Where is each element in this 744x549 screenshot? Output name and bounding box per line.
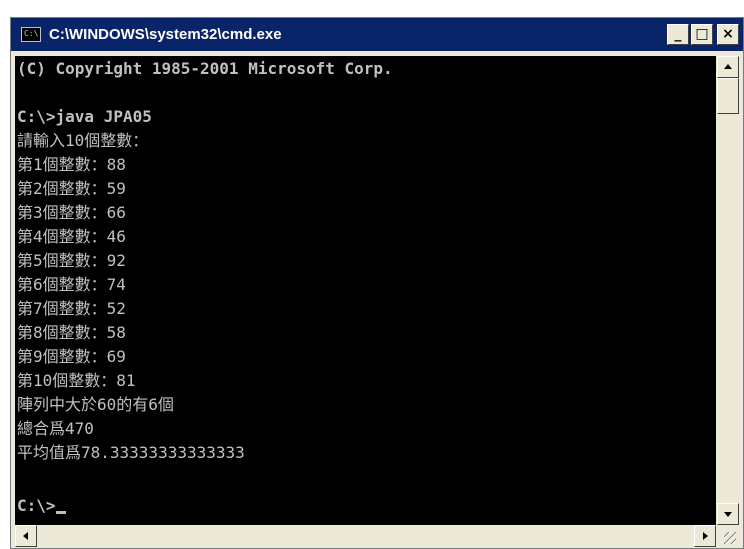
cmd-icon[interactable]: C:\ [21, 27, 41, 42]
console-line: 第1個整數：88 [17, 155, 126, 174]
console-line: 第5個整數：92 [17, 251, 126, 270]
console-line: 請輸入10個整數： [17, 131, 149, 150]
vertical-scroll-thumb[interactable] [717, 78, 739, 114]
scroll-right-icon [703, 532, 708, 540]
window-title: C:\WINDOWS\system32\cmd.exe [49, 26, 282, 43]
prompt-text: C:\> [17, 496, 56, 515]
scroll-up-icon [724, 64, 732, 69]
horizontal-scrollbar[interactable] [15, 525, 716, 547]
console-line: 第3個整數：66 [17, 203, 126, 222]
title-bar[interactable]: C:\ C:\WINDOWS\system32\cmd.exe _ □ × [11, 18, 743, 51]
close-icon: × [722, 26, 734, 42]
scroll-down-icon [724, 512, 732, 517]
console-line: 第6個整數：74 [17, 275, 126, 294]
text-cursor [55, 511, 66, 514]
console-line: 第8個整數：58 [17, 323, 126, 342]
console-line: 總合爲470 [17, 419, 94, 438]
scroll-down-button[interactable] [717, 503, 739, 525]
maximize-icon: □ [695, 26, 709, 42]
console-output[interactable]: (C) Copyright 1985-2001 Microsoft Corp. … [15, 56, 716, 525]
console-line: 第2個整數：59 [17, 179, 126, 198]
scroll-up-button[interactable] [717, 56, 739, 78]
minimize-icon: _ [674, 26, 682, 42]
console-line: C:\>java JPA05 [17, 107, 152, 126]
console-line: 第9個整數：69 [17, 347, 126, 366]
console-line: 平均值爲78.33333333333333 [17, 443, 245, 462]
maximize-button[interactable]: □ [691, 24, 713, 45]
cmd-window: C:\ C:\WINDOWS\system32\cmd.exe _ □ × (C… [10, 17, 744, 549]
console-line: (C) Copyright 1985-2001 Microsoft Corp. [17, 59, 393, 78]
console-line: 陣列中大於60的有6個 [17, 395, 174, 414]
vertical-scrollbar[interactable] [717, 56, 739, 525]
console-line: 第4個整數：46 [17, 227, 126, 246]
scroll-right-button[interactable] [694, 525, 716, 547]
console-line: 第10個整數：81 [17, 371, 136, 390]
resize-grip-icon[interactable] [717, 525, 739, 547]
console-line: 第7個整數：52 [17, 299, 126, 318]
scroll-left-button[interactable] [15, 525, 37, 547]
minimize-button[interactable]: _ [667, 24, 689, 45]
close-button[interactable]: × [717, 24, 739, 45]
scroll-left-icon [23, 532, 28, 540]
command-prompt[interactable]: C:\> [17, 496, 66, 516]
